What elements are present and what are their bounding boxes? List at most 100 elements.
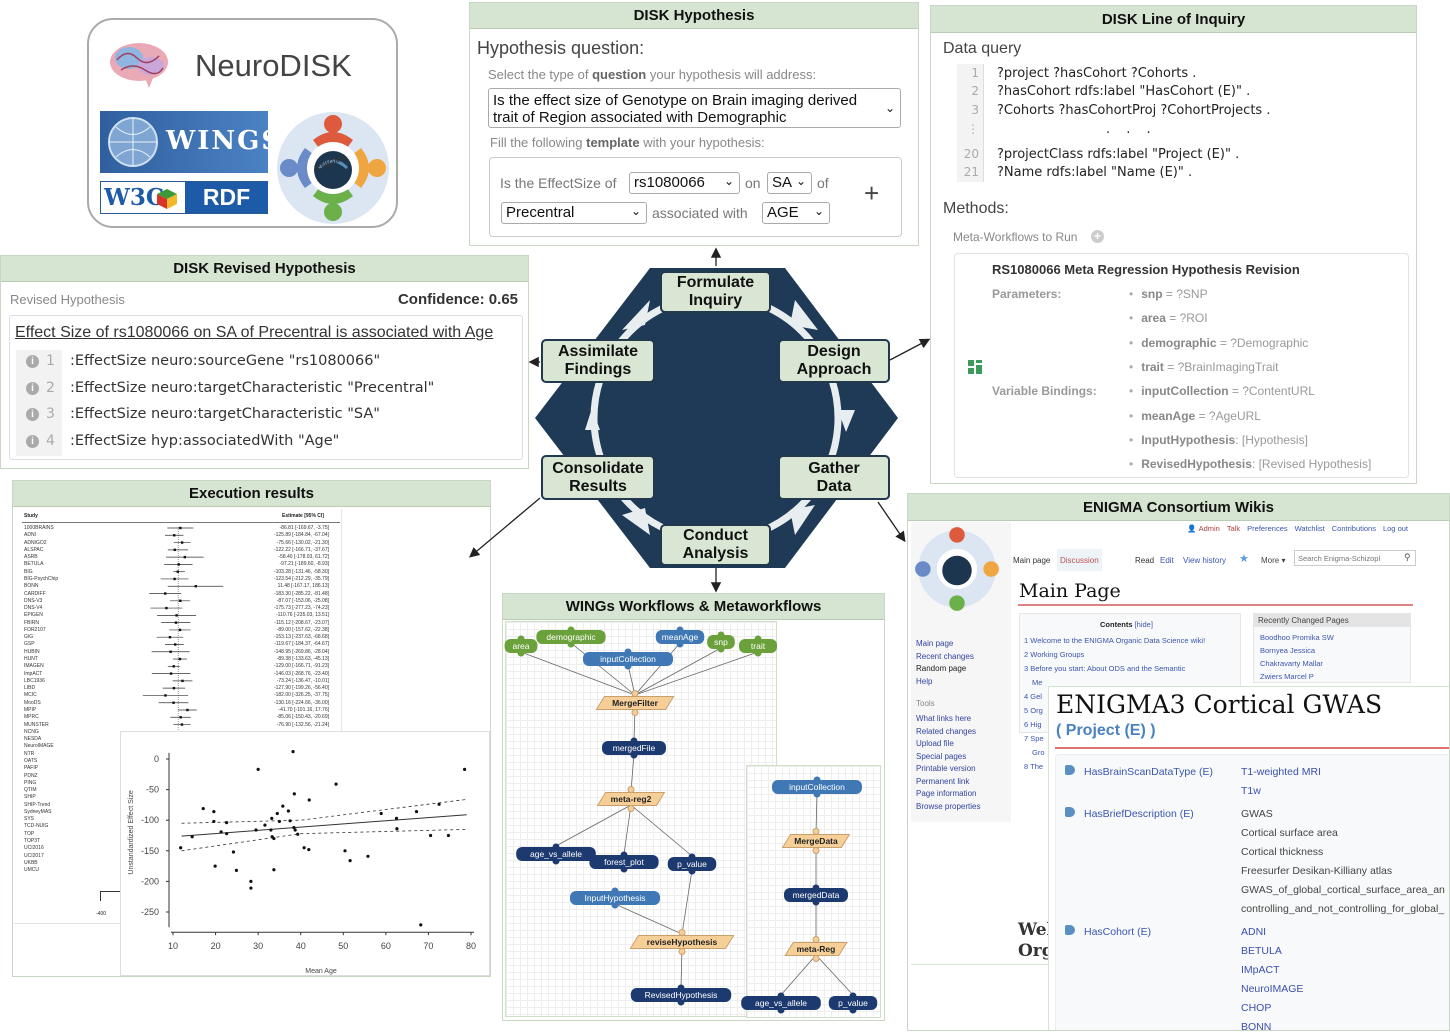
property-value-link[interactable]: CHOP	[1241, 1002, 1271, 1014]
workflow-edge	[623, 804, 632, 855]
workflow-node-data[interactable]: mergedData	[784, 884, 848, 906]
watch-star-icon[interactable]: ★	[1239, 552, 1249, 565]
property-value-link[interactable]: T1w	[1241, 785, 1261, 797]
port-icon	[812, 828, 820, 835]
workflow-node-input[interactable]: InputHypothesis	[570, 887, 660, 909]
tab-view-history[interactable]: View history	[1183, 556, 1226, 565]
port-icon	[627, 786, 635, 793]
contents-hide-link[interactable]: [hide]	[1135, 620, 1153, 629]
workflow-node-component[interactable]: MergeFilter	[595, 690, 675, 716]
workflow-node-component[interactable]: meta-reg2	[596, 786, 666, 812]
node-label: RevisedHypothesis	[645, 990, 718, 1000]
workflow-edge	[630, 753, 635, 792]
property-value-link[interactable]: T1-weighted MRI	[1241, 766, 1321, 778]
property-link[interactable]: HasBriefDescription (E)	[1084, 808, 1194, 820]
panel-header: ENIGMA Consortium Wikis	[908, 494, 1449, 521]
tab-discussion[interactable]: Discussion	[1057, 549, 1102, 571]
user-icon: 👤	[1187, 524, 1197, 533]
sidebar-tool-link[interactable]: Permanent link	[916, 777, 969, 786]
tab-more[interactable]: More ▾	[1261, 556, 1285, 565]
property-value-link[interactable]: ADNI	[1241, 926, 1266, 938]
sidebar-bottom-rule	[911, 964, 1051, 965]
contents-item[interactable]: 5 Org	[1024, 706, 1043, 715]
workflow-node-input[interactable]: meanAge	[655, 626, 705, 648]
workflow-node-input[interactable]: inputCollection	[772, 776, 862, 798]
node-label: area	[512, 641, 529, 651]
recent-page-link[interactable]: Chakravarty Mallar	[1260, 659, 1323, 668]
project-category-link[interactable]: ( Project (E) )	[1056, 722, 1156, 740]
node-label: meta-reg2	[611, 794, 652, 804]
contents-item[interactable]: Gro	[1032, 748, 1045, 757]
property-value-link[interactable]: BONN	[1241, 1021, 1271, 1030]
property-link[interactable]: HasCohort (E)	[1084, 926, 1151, 938]
contents-item[interactable]: Me	[1032, 678, 1042, 687]
sidebar-link[interactable]: Help	[916, 677, 932, 686]
contents-item[interactable]: 4 Gel	[1024, 692, 1042, 701]
sidebar-tool-link[interactable]: What links here	[916, 714, 971, 723]
workflow-node-data[interactable]: forest_plot	[589, 851, 659, 873]
tab-main-page[interactable]: Main page	[1013, 556, 1050, 565]
node-label: reviseHypothesis	[647, 937, 718, 947]
contents-item[interactable]: 3 Before you start: About ODS and the Se…	[1024, 664, 1185, 673]
node-label: inputCollection	[600, 654, 656, 664]
user-link[interactable]: Log out	[1383, 524, 1408, 533]
sidebar-tool-link[interactable]: Related changes	[916, 727, 976, 736]
contents-item[interactable]: 6 Hig	[1024, 720, 1042, 729]
sidebar-link[interactable]: Main page	[916, 639, 953, 648]
workflow-node-data[interactable]: p_value	[667, 853, 717, 875]
workflow-node-component[interactable]: reviseHypothesis	[629, 929, 735, 955]
sidebar-tool-link[interactable]: Browse properties	[916, 802, 980, 811]
node-label: demographic	[546, 632, 596, 642]
sidebar-tool-link[interactable]: Upload file	[916, 739, 954, 748]
sidebar-link[interactable]: Random page	[916, 664, 966, 673]
recent-page-link[interactable]: Zwiers Marcel P	[1260, 672, 1314, 681]
sidebar-tool-link[interactable]: Page information	[916, 789, 976, 798]
contents-item[interactable]: 1 Welcome to the ENIGMA Organic Data Sci…	[1024, 636, 1205, 645]
wiki-search-input[interactable]	[1294, 550, 1416, 566]
sidebar-tool-link[interactable]: Special pages	[916, 752, 966, 761]
workflow-node-parameter[interactable]: snp	[707, 631, 735, 653]
contents-item[interactable]: 7 Spe	[1024, 734, 1044, 743]
user-link[interactable]: Contributions	[1332, 524, 1376, 533]
node-label: mergedFile	[613, 743, 656, 753]
enigma-wiki-logo[interactable]	[911, 524, 1003, 614]
sidebar-link[interactable]: Recent changes	[916, 652, 974, 661]
tag-icon	[1065, 925, 1075, 935]
workflow-node-data[interactable]: mergedFile	[602, 737, 666, 759]
search-icon[interactable]: ⚲	[1404, 552, 1411, 563]
contents-item[interactable]: 8 The	[1024, 762, 1043, 771]
tab-edit[interactable]: Edit	[1160, 556, 1174, 565]
wiki-user-links: 👤 Admin Talk Preferences Watchlist Contributi…	[1187, 524, 1415, 533]
workflow-node-parameter[interactable]: area	[504, 635, 538, 657]
user-link[interactable]: Watchlist	[1295, 524, 1325, 533]
user-link[interactable]: Preferences	[1247, 524, 1287, 533]
workflow-node-data[interactable]: age_vs_allele	[741, 992, 821, 1014]
sidebar-tool-link[interactable]: Printable version	[916, 764, 976, 773]
user-link[interactable]: Talk	[1227, 524, 1240, 533]
workflow-node-parameter[interactable]: demographic	[536, 626, 606, 648]
workflow-node-data[interactable]: p_value	[828, 992, 878, 1014]
workflow-node-data[interactable]: age_vs_allele	[516, 843, 596, 865]
workflow-node-component[interactable]: MergeData	[781, 828, 851, 854]
property-value-link[interactable]: BETULA	[1241, 945, 1282, 957]
contents-heading: Contents	[1100, 620, 1133, 629]
node-label: meanAge	[662, 632, 699, 642]
tab-read[interactable]: Read	[1135, 556, 1154, 565]
contents-item[interactable]: 2 Working Groups	[1024, 650, 1084, 659]
property-value-link[interactable]: NeuroIMAGE	[1241, 983, 1303, 995]
port-icon	[678, 929, 686, 936]
user-link[interactable]: Admin	[1199, 524, 1220, 533]
port-icon	[631, 709, 639, 716]
workflow-node-parameter[interactable]: trait	[739, 635, 777, 657]
property-value-link[interactable]: IMpACT	[1241, 964, 1280, 976]
tools-heading: Tools	[916, 699, 935, 708]
workflow-node-component[interactable]: meta-Reg	[784, 936, 848, 962]
port-icon	[678, 948, 686, 955]
property-value: GWAS_of_global_cortical_surface_area_an	[1241, 884, 1445, 896]
workflow-edge	[614, 903, 683, 935]
wiki-page-title: Main Page	[1019, 580, 1121, 602]
workflow-node-data[interactable]: RevisedHypothesis	[630, 984, 732, 1006]
recent-page-link[interactable]: Boodhoo Promika SW	[1260, 633, 1334, 642]
property-link[interactable]: HasBrainScanDataType (E)	[1084, 766, 1213, 778]
recent-page-link[interactable]: Bornyea Jessica	[1260, 646, 1315, 655]
